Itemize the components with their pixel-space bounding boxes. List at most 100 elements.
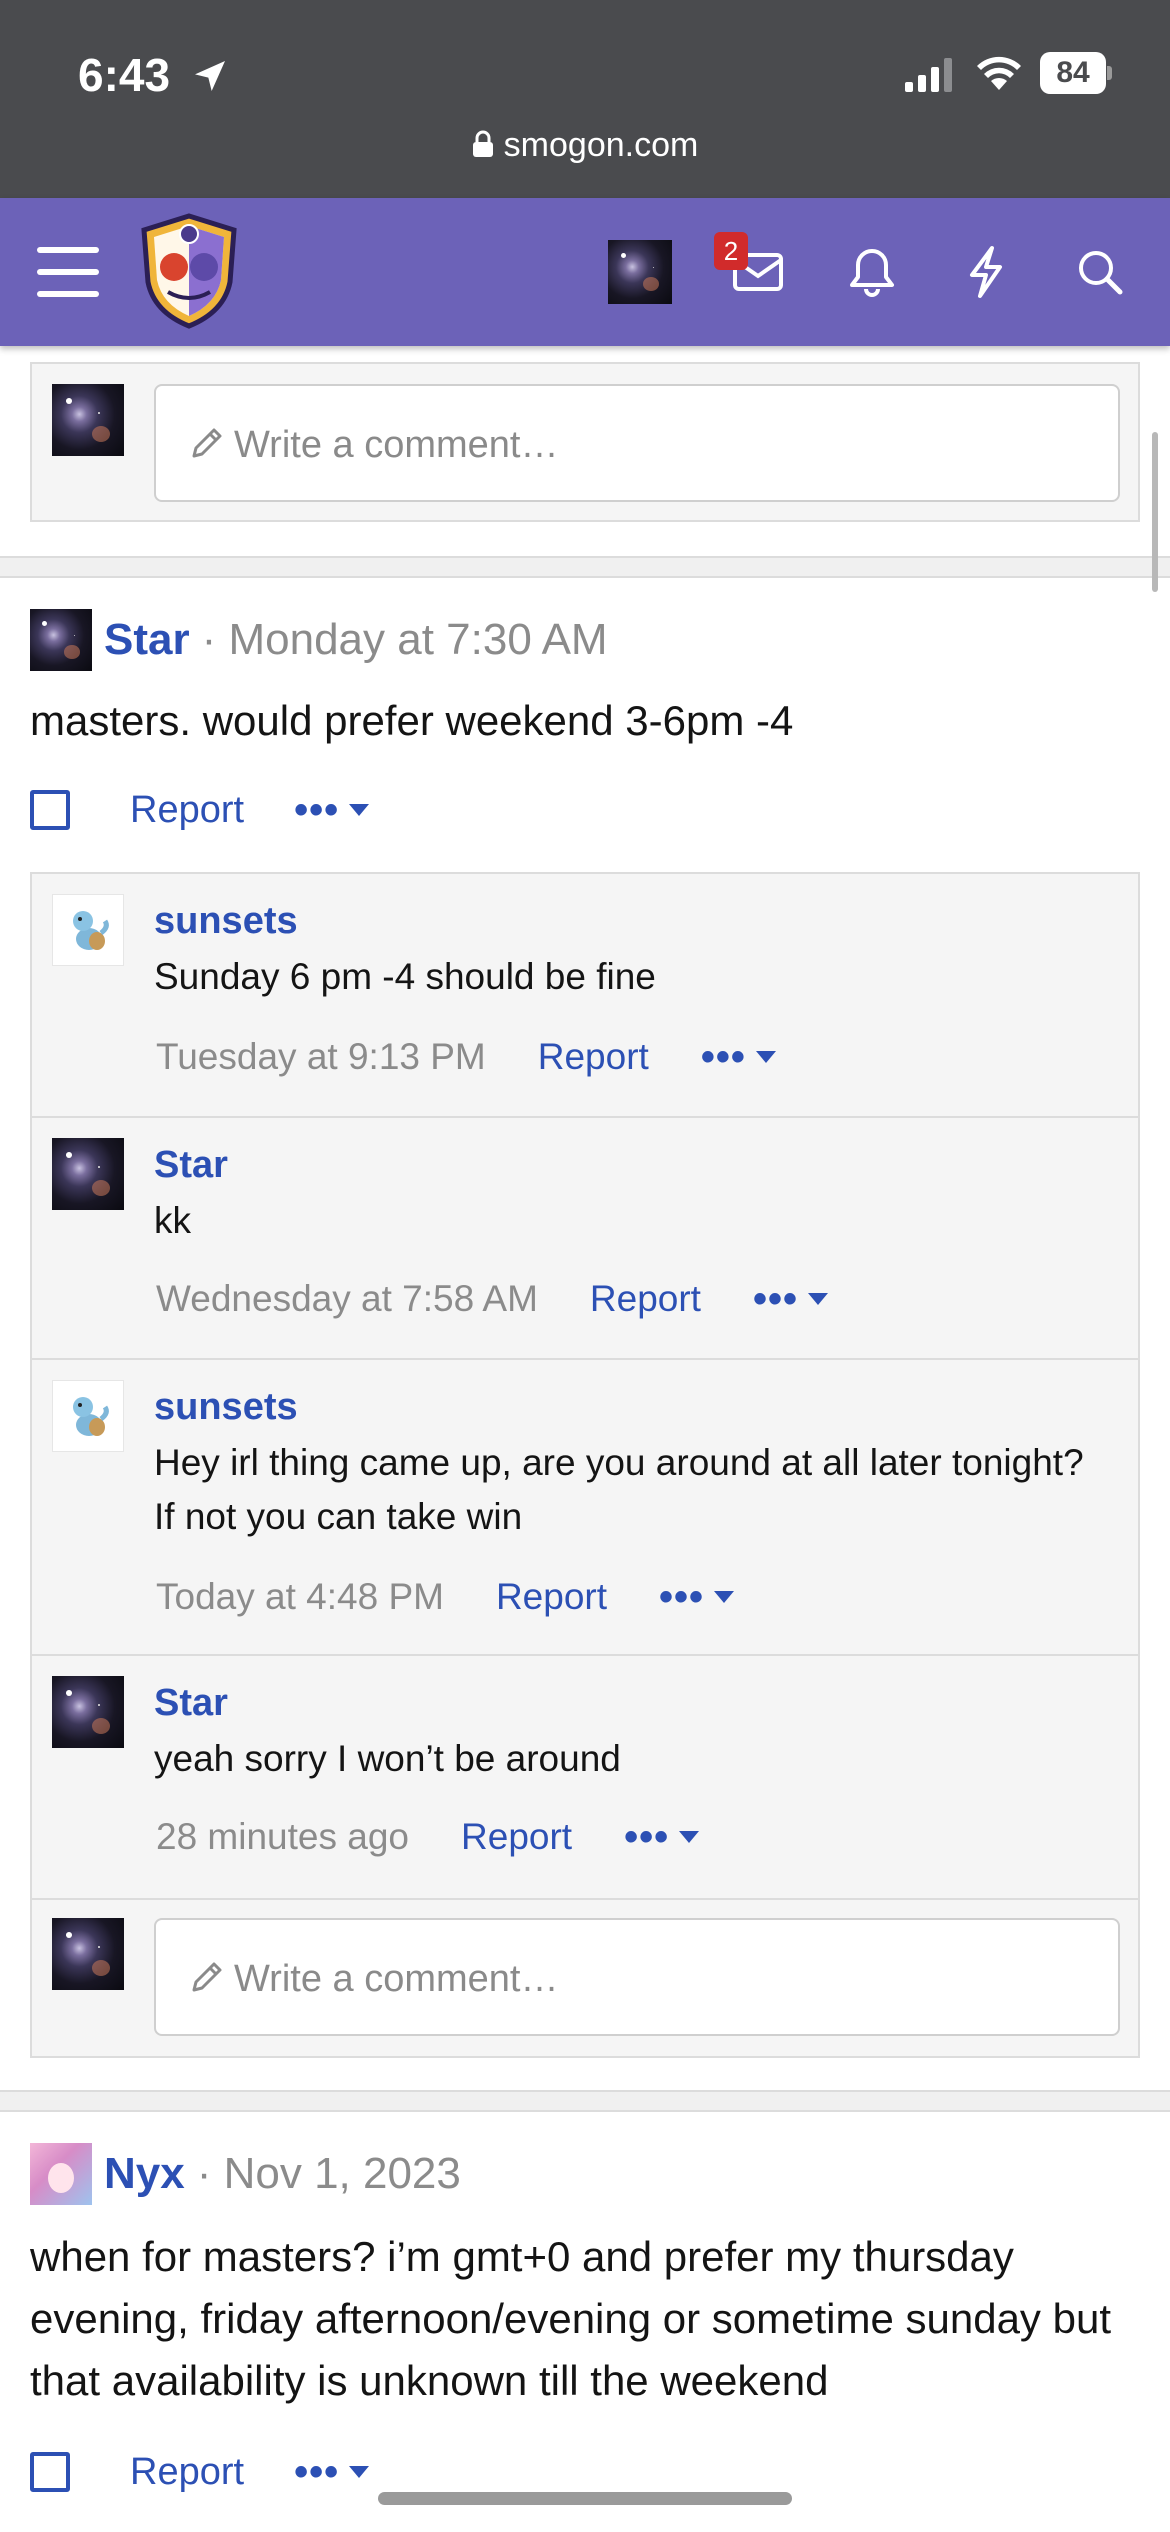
report-link[interactable]: Report — [496, 1576, 607, 1618]
address-bar[interactable]: smogon.com — [0, 126, 1170, 165]
status-time: 6:43 — [78, 49, 171, 101]
more-options-button[interactable]: ••• — [659, 1577, 736, 1617]
caret-down-icon — [714, 1591, 735, 1603]
reply-date[interactable]: 28 minutes ago — [156, 1816, 409, 1858]
report-link[interactable]: Report — [130, 789, 244, 832]
reply-username[interactable]: sunsets — [154, 1386, 298, 1429]
menu-icon — [37, 247, 99, 297]
user-avatar[interactable] — [608, 240, 672, 304]
reply-text: Sunday 6 pm -4 should be fine — [154, 956, 656, 997]
comment-placeholder: Write a comment… — [234, 424, 559, 466]
replies-container: sunsets Sunday 6 pm -4 should be fine Tu… — [30, 872, 1140, 2058]
menu-button[interactable] — [28, 232, 108, 312]
post-date[interactable]: · Nov 1, 2023 — [197, 2149, 461, 2199]
post-body: masters. would prefer weekend 3-6pm -4 — [30, 697, 794, 744]
select-checkbox[interactable] — [30, 790, 70, 830]
squirtle-sprite-icon — [73, 1397, 109, 1436]
ellipsis-icon: ••• — [659, 1575, 705, 1619]
battery-indicator: 84 — [1040, 52, 1112, 94]
caret-down-icon — [349, 804, 370, 816]
status-bar: 6:43 84 smogon.com — [0, 0, 1170, 198]
comment-composer-top: Write a comment… — [30, 362, 1140, 522]
reply-text: kk — [154, 1200, 191, 1241]
location-arrow-icon — [195, 61, 225, 91]
post-actions: Report ••• — [30, 780, 371, 840]
ellipsis-icon: ••• — [294, 788, 340, 832]
post-date[interactable]: · Monday at 7:30 AM — [202, 615, 608, 665]
battery-cap — [1107, 66, 1112, 80]
more-options-button[interactable]: ••• — [753, 1279, 830, 1319]
reply-avatar[interactable] — [52, 1138, 124, 1210]
ellipsis-icon: ••• — [624, 1815, 670, 1859]
reply-text: yeah sorry I won’t be around — [154, 1738, 621, 1779]
reply-date[interactable]: Tuesday at 9:13 PM — [156, 1036, 486, 1078]
report-link[interactable]: Report — [130, 2451, 244, 2494]
post-separator — [0, 556, 1170, 578]
url-text: smogon.com — [503, 126, 699, 164]
ellipsis-icon: ••• — [700, 1035, 746, 1079]
ellipsis-icon: ••• — [752, 1277, 798, 1321]
whats-new-button[interactable] — [946, 232, 1026, 312]
more-options-button[interactable]: ••• — [294, 2452, 371, 2492]
composer-avatar — [52, 1918, 124, 1990]
more-options-button[interactable]: ••• — [624, 1817, 701, 1857]
pencil-icon — [192, 1962, 222, 1992]
ellipsis-icon: ••• — [294, 2450, 340, 2494]
squirtle-sprite-icon — [73, 911, 109, 950]
cellular-signal-icon — [905, 58, 952, 92]
post-body: when for masters? i’m gmt+0 and prefer m… — [30, 2233, 1111, 2404]
reply-avatar[interactable] — [52, 1380, 124, 1452]
reply-username[interactable]: Star — [154, 1144, 228, 1187]
post-username[interactable]: Nyx — [104, 2149, 185, 2199]
reply-meta: 28 minutes ago Report ••• — [156, 1816, 701, 1858]
wifi-icon — [977, 56, 1021, 90]
reply-item: sunsets Sunday 6 pm -4 should be fine Tu… — [32, 874, 1138, 1118]
alerts-button[interactable] — [832, 232, 912, 312]
comment-placeholder: Write a comment… — [234, 1958, 559, 2000]
more-options-button[interactable]: ••• — [701, 1037, 778, 1077]
write-comment-input[interactable]: Write a comment… — [154, 384, 1120, 502]
scrollbar[interactable] — [1152, 432, 1158, 592]
report-link[interactable]: Report — [538, 1036, 649, 1078]
reply-username[interactable]: sunsets — [154, 900, 298, 943]
search-icon — [1079, 251, 1123, 295]
select-checkbox[interactable] — [30, 2452, 70, 2492]
write-comment-input[interactable]: Write a comment… — [154, 1918, 1120, 2036]
reply-text: Hey irl thing came up, are you around at… — [154, 1442, 1084, 1537]
report-link[interactable]: Report — [590, 1278, 701, 1320]
report-link[interactable]: Report — [461, 1816, 572, 1858]
home-indicator[interactable] — [378, 2492, 792, 2505]
smogon-logo[interactable] — [138, 212, 240, 330]
reply-date[interactable]: Wednesday at 7:58 AM — [156, 1278, 538, 1320]
reply-date[interactable]: Today at 4:48 PM — [156, 1576, 444, 1618]
reply-username[interactable]: Star — [154, 1682, 228, 1725]
post-actions: Report ••• — [30, 2442, 371, 2502]
reply-avatar[interactable] — [52, 1676, 124, 1748]
reply-meta: Today at 4:48 PM Report ••• — [156, 1576, 736, 1618]
post-header: Star · Monday at 7:30 AM — [30, 608, 608, 672]
post-header: Nyx · Nov 1, 2023 — [30, 2142, 461, 2206]
composer-avatar — [52, 384, 124, 456]
post-separator — [0, 2090, 1170, 2112]
search-button[interactable] — [1060, 232, 1140, 312]
reply-item: Star yeah sorry I won’t be around 28 min… — [32, 1656, 1138, 1900]
post-avatar[interactable] — [30, 609, 92, 671]
reply-meta: Tuesday at 9:13 PM Report ••• — [156, 1036, 778, 1078]
avatar-face — [48, 2163, 74, 2193]
post-avatar[interactable] — [30, 2143, 92, 2205]
caret-down-icon — [755, 1051, 776, 1063]
post-username[interactable]: Star — [104, 615, 190, 665]
caret-down-icon — [807, 1293, 828, 1305]
caret-down-icon — [349, 2466, 370, 2478]
site-nav-bar: 2 — [0, 198, 1170, 346]
lock-icon — [472, 130, 493, 157]
bell-icon — [850, 249, 894, 297]
caret-down-icon — [679, 1831, 700, 1843]
bolt-icon — [970, 246, 1002, 298]
reply-meta: Wednesday at 7:58 AM Report ••• — [156, 1278, 830, 1320]
reply-avatar[interactable] — [52, 894, 124, 966]
battery-level: 84 — [1040, 52, 1106, 94]
reply-item: sunsets Hey irl thing came up, are you a… — [32, 1360, 1138, 1656]
more-options-button[interactable]: ••• — [294, 790, 371, 830]
pencil-icon — [192, 428, 222, 458]
